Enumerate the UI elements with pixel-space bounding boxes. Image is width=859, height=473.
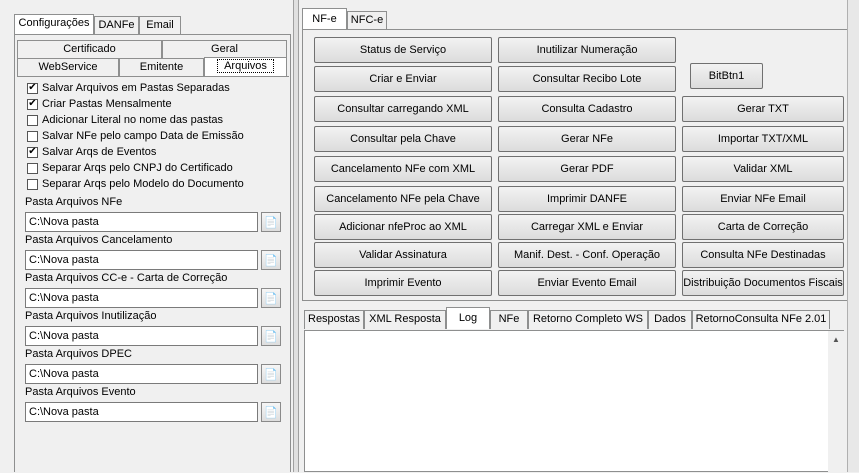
checkbox-label: Separar Arqs pelo Modelo do Documento — [42, 178, 244, 190]
consultar-chave-button[interactable]: Consultar pela Chave — [314, 126, 492, 152]
bitbtn1-button[interactable]: BitBtn1 — [690, 63, 763, 89]
checkbox-box[interactable] — [27, 162, 38, 174]
folder-input-dpec[interactable]: C:\Nova pasta — [25, 364, 258, 384]
checkbox-label: Salvar NFe pelo campo Data de Emissão — [42, 130, 244, 142]
folder-input-evento[interactable]: C:\Nova pasta — [25, 402, 258, 422]
checkbox-label: Salvar Arquivos em Pastas Separadas — [42, 82, 230, 94]
tab-respostas[interactable]: Respostas — [304, 310, 364, 329]
imprimir-danfe-button[interactable]: Imprimir DANFE — [498, 186, 676, 212]
checkbox-label: Separar Arqs pelo CNPJ do Certificado — [42, 162, 233, 174]
tab-configuracoes[interactable]: Configurações — [14, 14, 94, 34]
checkbox-box[interactable] — [27, 130, 38, 142]
browse-folder-button[interactable]: 📄 — [261, 288, 281, 308]
folder-icon: 📄 — [264, 216, 278, 229]
checkbox-box[interactable] — [27, 114, 38, 126]
browse-folder-button[interactable]: 📄 — [261, 364, 281, 384]
manif-dest-button[interactable]: Manif. Dest. - Conf. Operação — [498, 242, 676, 268]
checkbox-label: Criar Pastas Mensalmente — [42, 98, 172, 110]
folder-input-inutilizacao[interactable]: C:\Nova pasta — [25, 326, 258, 346]
consulta-nfe-destinadas-button[interactable]: Consulta NFe Destinadas — [682, 242, 844, 268]
tab-certificado[interactable]: Certificado — [17, 40, 162, 58]
tab-dados[interactable]: Dados — [648, 310, 692, 329]
consulta-cadastro-button[interactable]: Consulta Cadastro — [498, 96, 676, 122]
checkbox-adicionar-literal[interactable]: Adicionar Literal no nome das pastas — [27, 113, 223, 127]
checkbox-separar-modelo[interactable]: Separar Arqs pelo Modelo do Documento — [27, 177, 244, 191]
validar-assinatura-button[interactable]: Validar Assinatura — [314, 242, 492, 268]
checkbox-box[interactable]: ✔ — [27, 98, 38, 110]
folder-icon: 📄 — [264, 330, 278, 343]
folder-input-cancelamento[interactable]: C:\Nova pasta — [25, 250, 258, 270]
vertical-scrollbar[interactable]: ▲ — [828, 331, 844, 472]
enviar-nfe-email-button[interactable]: Enviar NFe Email — [682, 186, 844, 212]
tab-danfe[interactable]: DANFe — [94, 16, 139, 34]
importar-txt-xml-button[interactable]: Importar TXT/XML — [682, 126, 844, 152]
folder-icon: 📄 — [264, 254, 278, 267]
enviar-evento-email-button[interactable]: Enviar Evento Email — [498, 270, 676, 296]
folder-label-cancelamento: Pasta Arquivos Cancelamento — [25, 234, 173, 246]
checkbox-separar-cnpj[interactable]: Separar Arqs pelo CNPJ do Certificado — [27, 161, 233, 175]
carta-correcao-button[interactable]: Carta de Correção — [682, 214, 844, 240]
tab-geral[interactable]: Geral — [162, 40, 287, 58]
status-servico-button[interactable]: Status de Serviço — [314, 37, 492, 63]
checkbox-box[interactable] — [27, 178, 38, 190]
tab-arquivos[interactable]: Arquivos — [204, 57, 287, 76]
tab-retorno-completo-ws[interactable]: Retorno Completo WS — [528, 310, 648, 329]
folder-input-cce[interactable]: C:\Nova pasta — [25, 288, 258, 308]
checkbox-label: Salvar Arqs de Eventos — [42, 146, 157, 158]
folder-label-nfe: Pasta Arquivos NFe — [25, 196, 123, 208]
browse-folder-button[interactable]: 📄 — [261, 402, 281, 422]
folder-label-cce: Pasta Arquivos CC-e - Carta de Correção — [25, 272, 228, 284]
criar-enviar-button[interactable]: Criar e Enviar — [314, 66, 492, 92]
carregar-xml-enviar-button[interactable]: Carregar XML e Enviar — [498, 214, 676, 240]
cancelamento-chave-button[interactable]: Cancelamento NFe pela Chave — [314, 186, 492, 212]
folder-icon: 📄 — [264, 368, 278, 381]
inutilizar-numeracao-button[interactable]: Inutilizar Numeração — [498, 37, 676, 63]
folder-input-nfe[interactable]: C:\Nova pasta — [25, 212, 258, 232]
browse-folder-button[interactable]: 📄 — [261, 326, 281, 346]
checkbox-box[interactable]: ✔ — [27, 82, 38, 94]
gerar-nfe-button[interactable]: Gerar NFe — [498, 126, 676, 152]
distribuicao-documentos-button[interactable]: Distribuição Documentos Fiscais — [682, 270, 844, 296]
gerar-txt-button[interactable]: Gerar TXT — [682, 96, 844, 122]
scroll-up-icon[interactable]: ▲ — [828, 331, 844, 348]
tab-nfe[interactable]: NF-e — [302, 8, 347, 29]
folder-icon: 📄 — [264, 292, 278, 305]
checkbox-criar-pastas-mensalmente[interactable]: ✔ Criar Pastas Mensalmente — [27, 97, 172, 111]
tab-nfe-xml[interactable]: NFe — [490, 310, 528, 329]
gerar-pdf-button[interactable]: Gerar PDF — [498, 156, 676, 182]
cancelamento-xml-button[interactable]: Cancelamento NFe com XML — [314, 156, 492, 182]
folder-label-inutilizacao: Pasta Arquivos Inutilização — [25, 310, 157, 322]
folder-label-evento: Pasta Arquivos Evento — [25, 386, 136, 398]
browse-folder-button[interactable]: 📄 — [261, 250, 281, 270]
tab-nfce[interactable]: NFC-e — [347, 11, 387, 29]
checkbox-salvar-data-emissao[interactable]: Salvar NFe pelo campo Data de Emissão — [27, 129, 244, 143]
splitter[interactable] — [293, 0, 299, 472]
checkbox-salvar-pastas-separadas[interactable]: ✔ Salvar Arquivos em Pastas Separadas — [27, 81, 230, 95]
log-textarea[interactable] — [304, 330, 844, 472]
adicionar-nfeproc-button[interactable]: Adicionar nfeProc ao XML — [314, 214, 492, 240]
consultar-carregando-xml-button[interactable]: Consultar carregando XML — [314, 96, 492, 122]
right-edge-bar — [847, 0, 859, 472]
checkbox-salvar-eventos[interactable]: ✔ Salvar Arqs de Eventos — [27, 145, 156, 159]
tab-xml-resposta[interactable]: XML Resposta — [364, 310, 446, 329]
browse-folder-button[interactable]: 📄 — [261, 212, 281, 232]
tab-log[interactable]: Log — [446, 307, 490, 329]
tab-emitente[interactable]: Emitente — [119, 58, 204, 76]
checkbox-label: Adicionar Literal no nome das pastas — [42, 114, 223, 126]
tab-email[interactable]: Email — [139, 16, 181, 34]
folder-label-dpec: Pasta Arquivos DPEC — [25, 348, 132, 360]
validar-xml-button[interactable]: Validar XML — [682, 156, 844, 182]
consultar-recibo-lote-button[interactable]: Consultar Recibo Lote — [498, 66, 676, 92]
checkbox-box[interactable]: ✔ — [27, 146, 38, 158]
folder-icon: 📄 — [264, 406, 278, 419]
tab-webservice[interactable]: WebService — [17, 58, 119, 76]
imprimir-evento-button[interactable]: Imprimir Evento — [314, 270, 492, 296]
tab-arquivos-label: Arquivos — [217, 59, 274, 73]
tab-retorno-consulta[interactable]: RetornoConsulta NFe 2.01 — [692, 310, 830, 329]
